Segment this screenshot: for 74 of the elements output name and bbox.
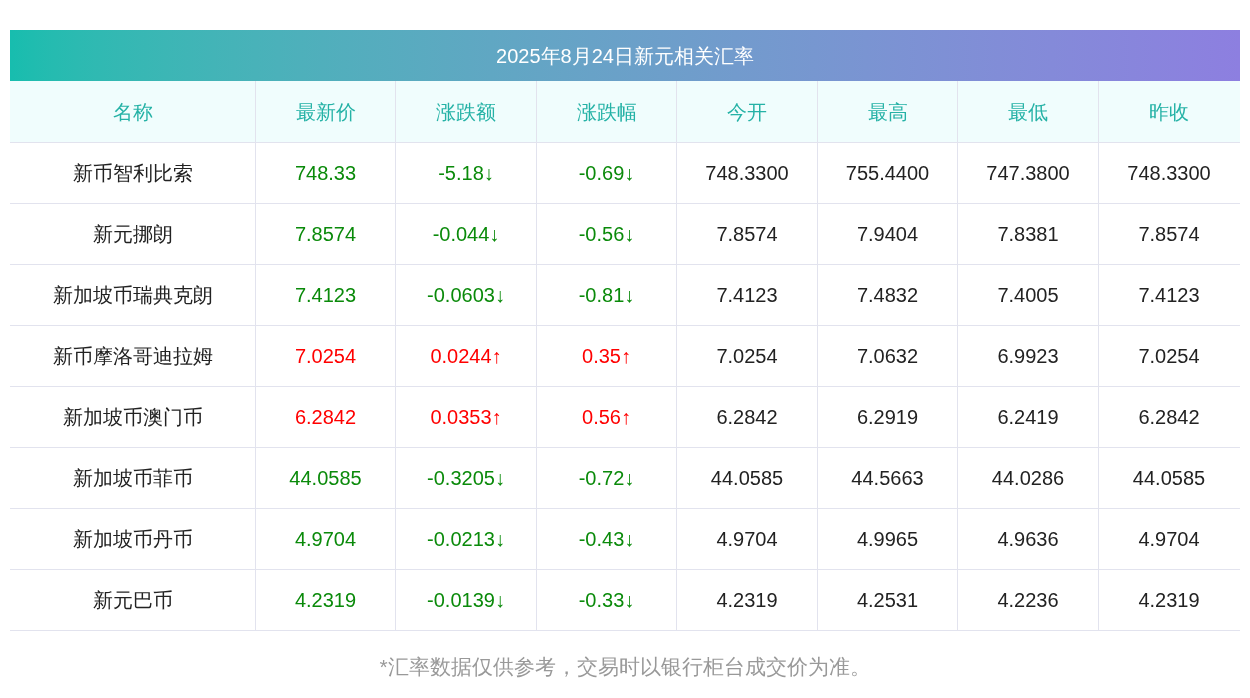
table-cell: 7.4123 [255,265,395,325]
table-cell: 4.2319 [255,570,395,630]
table-cell: -0.72↓ [536,448,676,508]
table-cell: 4.9636 [957,509,1098,569]
table-cell: 0.56↑ [536,387,676,447]
table-cell: -0.0213↓ [395,509,536,569]
column-header: 今开 [676,81,817,142]
table-cell: 7.4123 [1098,265,1239,325]
table-title: 2025年8月24日新元相关汇率 [10,30,1240,81]
table-cell: 4.2236 [957,570,1098,630]
table-cell: 7.0254 [255,326,395,386]
table-cell: 7.8574 [1098,204,1239,264]
column-header: 最新价 [255,81,395,142]
table-cell: 44.0585 [676,448,817,508]
table-cell: -0.69↓ [536,143,676,203]
table-cell: 44.0585 [1098,448,1239,508]
table-cell: 4.2319 [1098,570,1239,630]
table-cell: 0.35↑ [536,326,676,386]
table-cell: 748.3300 [1098,143,1239,203]
table-cell: 7.8574 [676,204,817,264]
table-cell-text: 新币摩洛哥迪拉姆 [51,344,214,369]
footnote: *汇率数据仅供参考，交易时以银行柜台成交价为准。 [379,654,871,680]
table-cell: 4.9965 [817,509,957,569]
column-header: 昨收 [1098,81,1239,142]
table-cell-text: 新加坡币瑞典克朗 [51,283,214,308]
table-cell: 7.4005 [957,265,1098,325]
table-cell: 44.0585 [255,448,395,508]
table-cell: 44.0286 [957,448,1098,508]
table-cell: 7.4832 [817,265,957,325]
table-cell: -0.33↓ [536,570,676,630]
table-cell: 4.9704 [1098,509,1239,569]
table-cell: 748.33 [255,143,395,203]
column-header: 最低 [957,81,1098,142]
table-cell: 4.9704 [676,509,817,569]
table-cell: 6.2842 [676,387,817,447]
table-cell: 7.0254 [676,326,817,386]
table-cell: 7.0254 [1098,326,1239,386]
table-cell: 0.0353↑ [395,387,536,447]
table-cell: 44.5663 [817,448,957,508]
table-cell: 6.2419 [957,387,1098,447]
table-cell: 7.8574 [255,204,395,264]
table-cell: 6.2842 [1098,387,1239,447]
table-cell: 6.2919 [817,387,957,447]
table-cell-text: 新元巴币 [91,588,174,613]
table-cell: 0.0244↑ [395,326,536,386]
table-cell: -0.0139↓ [395,570,536,630]
table-cell: -0.0603↓ [395,265,536,325]
table-cell: 7.0632 [817,326,957,386]
table-cell: 6.2842 [255,387,395,447]
table-cell: 7.4123 [676,265,817,325]
table-cell: -0.044↓ [395,204,536,264]
table-cell: -0.43↓ [536,509,676,569]
table-cell: -0.3205↓ [395,448,536,508]
table-cell: -5.18↓ [395,143,536,203]
table-cell-text: 新加坡币澳门币 [61,405,204,430]
table-cell: 748.3300 [676,143,817,203]
column-header: 涨跌额 [395,81,536,142]
table-cell: 7.9404 [817,204,957,264]
table-cell: -0.81↓ [536,265,676,325]
table-cell-text: 新币智利比索 [71,161,194,186]
table-cell-text: 新加坡币丹币 [71,527,194,552]
table-cell: -0.56↓ [536,204,676,264]
table-cell-text: 新元挪朗 [91,222,174,247]
column-header: 最高 [817,81,957,142]
table-cell: 4.9704 [255,509,395,569]
table-cell: 4.2531 [817,570,957,630]
table-cell: 755.4400 [817,143,957,203]
table-cell: 747.3800 [957,143,1098,203]
table-cell: 7.8381 [957,204,1098,264]
column-header: 涨跌幅 [536,81,676,142]
table-cell: 6.9923 [957,326,1098,386]
column-header: 名称 [111,99,154,125]
table-cell: 4.2319 [676,570,817,630]
table-cell-text: 新加坡币菲币 [71,466,194,491]
